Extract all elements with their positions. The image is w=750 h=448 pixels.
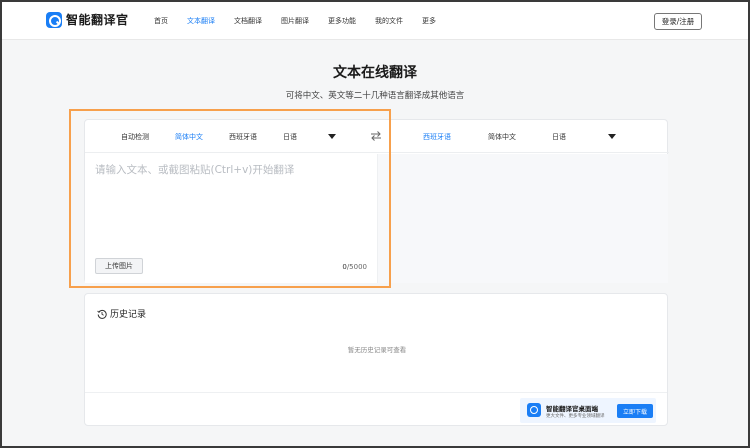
promo-subtitle: 更大文件、更多专业领域翻译 [546, 414, 605, 419]
download-now-button[interactable]: 立即下载 [617, 404, 653, 418]
nav-item-my-files[interactable]: 我的文件 [375, 16, 403, 26]
upload-image-button[interactable]: 上传图片 [95, 258, 143, 274]
page-title: 文本在线翻译 [333, 65, 417, 81]
brand-name: 智能翻译官 [66, 13, 129, 27]
clock-history-icon [97, 309, 107, 319]
login-register-button[interactable]: 登录/注册 [654, 13, 702, 30]
char-max: /5000 [346, 263, 367, 271]
source-lang-spanish[interactable]: 西班牙语 [229, 132, 257, 142]
swap-arrows-icon[interactable] [370, 130, 382, 142]
desktop-app-promo: 智能翻译官桌面端 更大文件、更多专业领域翻译 立即下载 [520, 398, 656, 423]
history-title: 历史记录 [110, 310, 147, 320]
char-counter: 0/5000 [342, 263, 367, 271]
history-empty-text: 暂无历史记录可查看 [347, 346, 407, 354]
desktop-app-logo-icon [527, 403, 541, 417]
page-frame: 智能翻译官 首页 文本翻译 文档翻译 图片翻译 更多功能 我的文件 更多 登录/… [2, 2, 748, 446]
nav-item-text-translate[interactable]: 文本翻译 [187, 16, 215, 26]
nav-item-image-translate[interactable]: 图片翻译 [281, 16, 309, 26]
translator-card: 自动检测 简体中文 西班牙语 日语 西班牙语 简体中文 日语 上传图片 0/50… [84, 119, 669, 283]
top-header: 智能翻译官 首页 文本翻译 文档翻译 图片翻译 更多功能 我的文件 更多 登录/… [2, 2, 748, 40]
target-lang-dropdown-icon[interactable] [608, 134, 616, 139]
history-footer: 智能翻译官桌面端 更大文件、更多专业领域翻译 立即下载 [85, 392, 667, 426]
nav-item-doc-translate[interactable]: 文档翻译 [234, 16, 262, 26]
history-card: 历史记录 暂无历史记录可查看 智能翻译官桌面端 更大文件、更多专业领域翻译 立即… [84, 293, 668, 426]
source-lang-auto-detect[interactable]: 自动检测 [121, 132, 149, 142]
source-lang-dropdown-icon[interactable] [328, 134, 336, 139]
promo-title: 智能翻译官桌面端 [546, 405, 598, 413]
nav-item-more[interactable]: 更多 [422, 16, 436, 26]
source-lang-japanese[interactable]: 日语 [283, 132, 297, 142]
main-nav: 首页 文本翻译 文档翻译 图片翻译 更多功能 我的文件 更多 [154, 16, 455, 26]
target-lang-spanish[interactable]: 西班牙语 [423, 132, 451, 142]
nav-item-more-features[interactable]: 更多功能 [328, 16, 356, 26]
source-lang-simplified-chinese[interactable]: 简体中文 [175, 132, 203, 142]
target-pane [378, 154, 668, 283]
target-lang-japanese[interactable]: 日语 [552, 132, 566, 142]
language-bar: 自动检测 简体中文 西班牙语 日语 西班牙语 简体中文 日语 [85, 120, 669, 153]
page-subtitle: 可将中文、英文等二十几种语言翻译成其他语言 [285, 91, 465, 101]
magnifier-logo-icon [46, 11, 62, 28]
history-header: 历史记录 [97, 307, 146, 320]
source-text-input[interactable] [95, 162, 369, 252]
brand-logo[interactable]: 智能翻译官 [46, 11, 129, 28]
target-lang-simplified-chinese[interactable]: 简体中文 [488, 132, 516, 142]
nav-item-home[interactable]: 首页 [154, 16, 168, 26]
source-pane: 上传图片 0/5000 [85, 154, 377, 283]
